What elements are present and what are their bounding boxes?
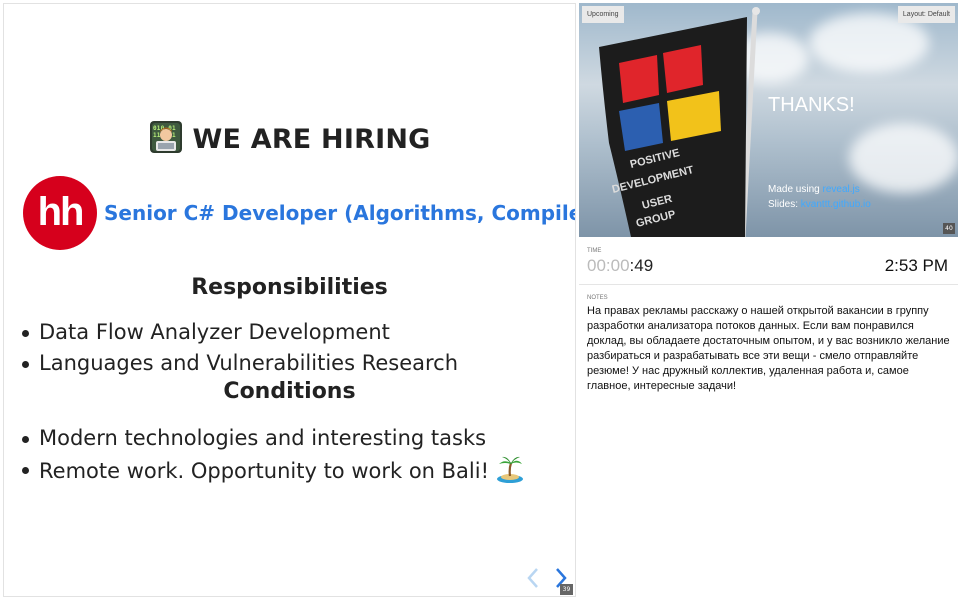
clock: 2:53 PM [884,256,948,275]
timer-hours-minutes: 00:00 [587,256,630,275]
list-item-text: Remote work. Opportunity to work on Bali… [39,459,490,483]
slides-prefix: Slides: [768,199,801,210]
thanks-text: THANKS! [768,94,855,116]
time-label: TIME [587,248,602,254]
elapsed-timer[interactable]: 00:00:49 [587,256,653,276]
hh-logo: hh [23,176,97,250]
chevron-left-icon [527,568,538,588]
made-using-line: Made using reveal.js [768,184,860,195]
conditions-list: Modern technologies and interesting task… [21,423,525,487]
upcoming-slide-preview[interactable]: POSITIVE DEVELOPMENT USER GROUP Upcoming… [579,3,958,237]
list-item-with-icon: Remote work. Opportunity to work on Bali… [21,454,525,487]
slide-number: 39 [560,584,573,595]
divider [579,284,958,285]
technologist-emoji-icon: 010 01 11 101 [149,121,182,153]
list-item: Languages and Vulnerabilities Research [21,348,458,379]
job-title: Senior C# Developer (Algorithms, Compile… [104,201,576,225]
layout-selector[interactable]: Layout: Default [897,6,955,23]
list-item: Modern technologies and interesting task… [21,423,525,454]
slides-url-link[interactable]: kvanttt.github.io [801,199,871,210]
responsibilities-list: Data Flow Analyzer Development Languages… [21,317,458,379]
made-using-prefix: Made using [768,184,823,195]
responsibilities-heading: Responsibilities [191,275,388,300]
current-slide: 010 01 11 101 WE ARE HIRING hh Senior C#… [3,3,576,597]
conditions-heading: Conditions [223,379,356,404]
slides-line: Slides: kvanttt.github.io [768,199,871,210]
slide-title-row: 010 01 11 101 WE ARE HIRING [4,120,575,155]
upcoming-label: Upcoming [582,6,624,23]
desert-island-icon [497,456,524,483]
slide-title: WE ARE HIRING [192,124,431,155]
list-item: Data Flow Analyzer Development [21,317,458,348]
reveal-js-link[interactable]: reveal.js [822,184,859,195]
previous-slide-button[interactable] [525,567,541,589]
notes-label: NOTES [587,295,608,301]
speaker-notes: На правах рекламы расскажу о нашей откры… [587,305,950,392]
timer-seconds: :49 [629,256,654,275]
upcoming-slide-number: 40 [943,223,955,234]
